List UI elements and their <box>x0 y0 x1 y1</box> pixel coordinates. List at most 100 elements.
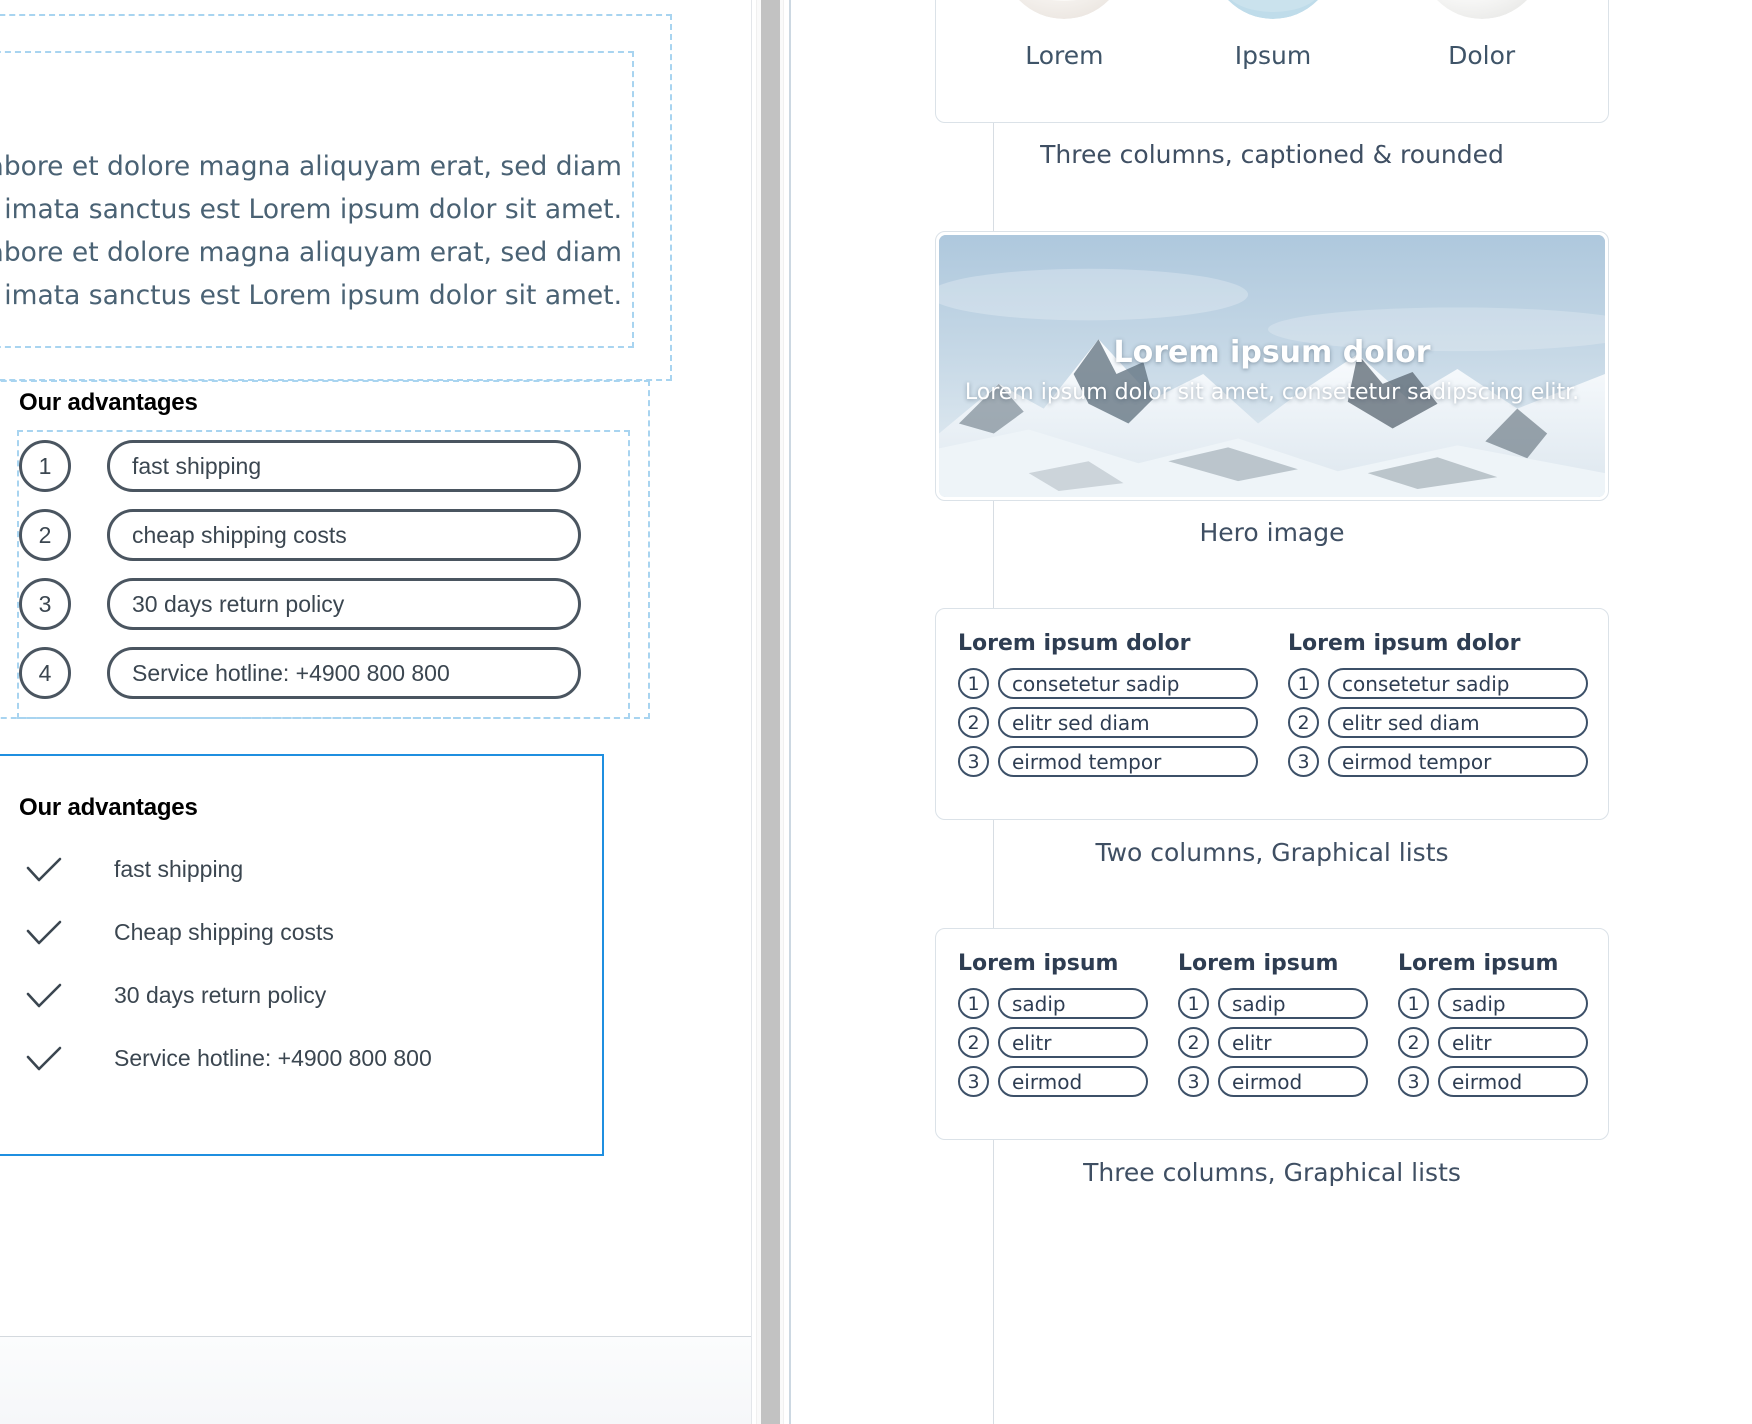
list-item-label: 30 days return policy <box>114 982 327 1008</box>
check-icon <box>24 913 64 953</box>
preview-block-caption: Three columns, Graphical lists <box>1083 1158 1461 1187</box>
hero-overlay-title: Lorem ipsum dolor <box>1113 335 1431 370</box>
body-text-line: imata sanctus est Lorem ipsum dolor sit … <box>4 280 622 311</box>
list-number-badge: 3 <box>958 746 989 777</box>
list-item[interactable]: fast shipping <box>24 846 432 893</box>
body-text-line: abore et dolore magna aliquyam erat, sed… <box>0 151 622 182</box>
body-text-block[interactable]: abore et dolore magna aliquyam erat, sed… <box>0 145 622 317</box>
list-item-label: elitr <box>1218 1027 1368 1058</box>
advantages-checked-title: Our advantages <box>19 794 198 821</box>
list-item[interactable]: 3 eirmod <box>1398 1066 1588 1097</box>
list-item[interactable]: 1 consetetur sadip <box>1288 668 1588 699</box>
column-heading: Lorem ipsum dolor <box>1288 631 1521 656</box>
list-number-badge: 1 <box>1398 988 1429 1019</box>
list-number-badge: 1 <box>1178 988 1209 1019</box>
check-icon <box>24 976 64 1016</box>
preview-block-hero-image[interactable]: Lorem ipsum dolor Lorem ipsum dolor sit … <box>935 231 1609 501</box>
list-item[interactable]: 2 elitr <box>958 1027 1148 1058</box>
column-heading: Lorem ipsum dolor <box>958 631 1191 656</box>
list-item-label: sadip <box>1218 988 1368 1019</box>
editor-bottom-strip <box>0 1337 751 1424</box>
list-item[interactable]: 1 sadip <box>958 988 1148 1019</box>
list-number-badge: 2 <box>1178 1027 1209 1058</box>
hero-overlay-subtitle: Lorem ipsum dolor sit amet, consetetur s… <box>964 380 1580 405</box>
list-item-label: consetetur sadip <box>1328 668 1588 699</box>
list-item-label: elitr <box>1438 1027 1588 1058</box>
list-item[interactable]: Cheap shipping costs <box>24 909 432 956</box>
list-item[interactable]: 2 elitr <box>1398 1027 1588 1058</box>
list-item[interactable]: 2 cheap shipping costs <box>19 509 581 561</box>
list-item[interactable]: 2 elitr <box>1178 1027 1368 1058</box>
list-number-badge: 3 <box>1288 746 1319 777</box>
list-item-label: fast shipping <box>114 856 244 882</box>
thumbnail-row: Lorem Ipsum Dolor <box>936 0 1610 70</box>
list-number-badge: 1 <box>958 988 989 1019</box>
product-thumb-white-icon <box>1419 0 1545 19</box>
list-item-label[interactable]: Service hotline: +4900 800 800 <box>107 647 581 699</box>
app-root: abore et dolore magna aliquyam erat, sed… <box>0 0 1752 1424</box>
graphical-list-wrapper: Lorem ipsum dolor 1 consetetur sadip 2 e… <box>936 609 1608 785</box>
editor-pane: abore et dolore magna aliquyam erat, sed… <box>0 0 838 1424</box>
thumbnail-column[interactable]: Dolor <box>1389 0 1575 70</box>
list-item-label: eirmod tempor <box>998 746 1258 777</box>
preview-block-caption: Hero image <box>1199 518 1345 547</box>
advantages-numbered-list: 1 fast shipping 2 cheap shipping costs 3… <box>19 440 581 716</box>
list-number-badge: 1 <box>958 668 989 699</box>
list-item-label: elitr <box>998 1027 1148 1058</box>
list-number-badge: 2 <box>958 1027 989 1058</box>
list-item-label: elitr sed diam <box>998 707 1258 738</box>
list-item[interactable]: Service hotline: +4900 800 800 <box>24 1035 432 1082</box>
list-number-badge: 3 <box>958 1066 989 1097</box>
thumbnail-label: Ipsum <box>1234 41 1312 70</box>
column-heading: Lorem ipsum <box>958 951 1119 976</box>
list-item-label: eirmod tempor <box>1328 746 1588 777</box>
list-number-badge: 1 <box>1288 668 1319 699</box>
list-item-label[interactable]: 30 days return policy <box>107 578 581 630</box>
list-item[interactable]: 3 eirmod tempor <box>958 746 1258 777</box>
graphical-list-column: Lorem ipsum 1 sadip 2 elitr 3 eirmod <box>1398 951 1588 1105</box>
list-item[interactable]: 1 sadip <box>1178 988 1368 1019</box>
list-item-label[interactable]: cheap shipping costs <box>107 509 581 561</box>
list-number-badge: 2 <box>1288 707 1319 738</box>
list-number-badge: 4 <box>19 647 71 699</box>
list-item-label[interactable]: fast shipping <box>107 440 581 492</box>
graphical-list-wrapper: Lorem ipsum 1 sadip 2 elitr 3 eirmod Lor… <box>936 929 1608 1105</box>
graphical-list-column: Lorem ipsum 1 sadip 2 elitr 3 eirmod <box>1178 951 1368 1105</box>
product-thumb-blue-icon <box>1210 0 1336 19</box>
list-item[interactable]: 30 days return policy <box>24 972 432 1019</box>
list-number-badge: 2 <box>1398 1027 1429 1058</box>
list-item[interactable]: 1 consetetur sadip <box>958 668 1258 699</box>
list-item[interactable]: 3 eirmod tempor <box>1288 746 1588 777</box>
preview-block-caption: Three columns, captioned & rounded <box>1040 140 1504 169</box>
preview-block-three-columns-captioned[interactable]: Lorem Ipsum Dolor <box>935 0 1609 123</box>
advantages-checked-list: fast shipping Cheap shipping costs 30 da… <box>24 846 432 1098</box>
column-heading: Lorem ipsum <box>1178 951 1339 976</box>
list-item[interactable]: 2 elitr sed diam <box>958 707 1258 738</box>
product-thumb-cream-icon <box>1001 0 1127 19</box>
list-item-label: sadip <box>1438 988 1588 1019</box>
list-item[interactable]: 3 eirmod <box>958 1066 1148 1097</box>
list-number-badge: 2 <box>958 707 989 738</box>
list-number-badge: 3 <box>19 578 71 630</box>
thumbnail-column[interactable]: Ipsum <box>1180 0 1366 70</box>
list-item[interactable]: 1 fast shipping <box>19 440 581 492</box>
list-item[interactable]: 2 elitr sed diam <box>1288 707 1588 738</box>
body-text-line: abore et dolore magna aliquyam erat, sed… <box>0 237 622 268</box>
list-number-badge: 2 <box>19 509 71 561</box>
list-item[interactable]: 1 sadip <box>1398 988 1588 1019</box>
check-icon <box>24 850 64 890</box>
graphical-list-column: Lorem ipsum dolor 1 consetetur sadip 2 e… <box>958 631 1258 785</box>
snowy-mountain-image: Lorem ipsum dolor Lorem ipsum dolor sit … <box>939 235 1605 497</box>
list-number-badge: 3 <box>1398 1066 1429 1097</box>
preview-block-two-columns-lists[interactable]: Lorem ipsum dolor 1 consetetur sadip 2 e… <box>935 608 1609 820</box>
list-item[interactable]: 4 Service hotline: +4900 800 800 <box>19 647 581 699</box>
vertical-scrollbar-thumb[interactable] <box>761 0 780 1424</box>
editor-pane-right-border <box>751 0 752 1424</box>
preview-block-three-columns-lists[interactable]: Lorem ipsum 1 sadip 2 elitr 3 eirmod Lor… <box>935 928 1609 1140</box>
list-item[interactable]: 3 eirmod <box>1178 1066 1368 1097</box>
graphical-list-column: Lorem ipsum 1 sadip 2 elitr 3 eirmod <box>958 951 1148 1105</box>
thumbnail-column[interactable]: Lorem <box>971 0 1157 70</box>
list-number-badge: 3 <box>1178 1066 1209 1097</box>
list-item-label: eirmod <box>1438 1066 1588 1097</box>
list-item[interactable]: 3 30 days return policy <box>19 578 581 630</box>
